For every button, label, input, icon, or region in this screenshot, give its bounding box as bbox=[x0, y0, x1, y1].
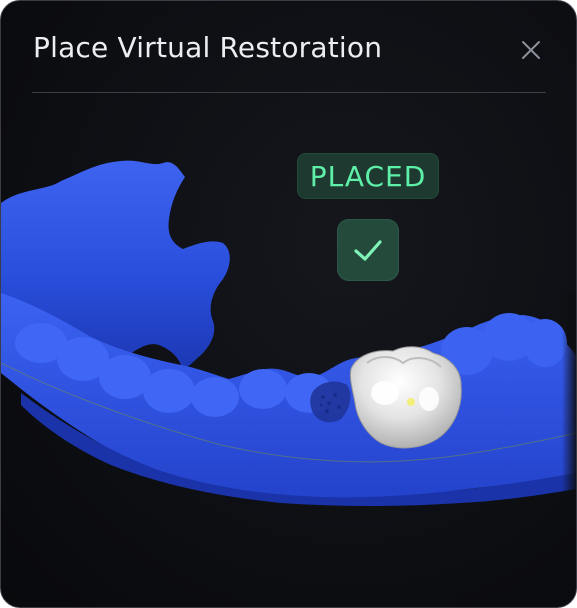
viewport-fade bbox=[481, 293, 576, 513]
checkmark-icon bbox=[354, 240, 382, 261]
place-restoration-dialog: Place Virtual Restoration PLACED bbox=[0, 0, 577, 608]
status-badge: PLACED bbox=[297, 153, 439, 199]
close-button[interactable] bbox=[513, 33, 549, 69]
3d-viewport[interactable] bbox=[1, 93, 576, 607]
close-icon bbox=[522, 41, 540, 59]
dialog-title: Place Virtual Restoration bbox=[33, 31, 383, 64]
dental-scan-model[interactable] bbox=[1, 93, 576, 607]
status-label: PLACED bbox=[309, 159, 427, 193]
dialog-header: Place Virtual Restoration bbox=[1, 1, 576, 93]
placed-check-indicator bbox=[337, 219, 399, 281]
